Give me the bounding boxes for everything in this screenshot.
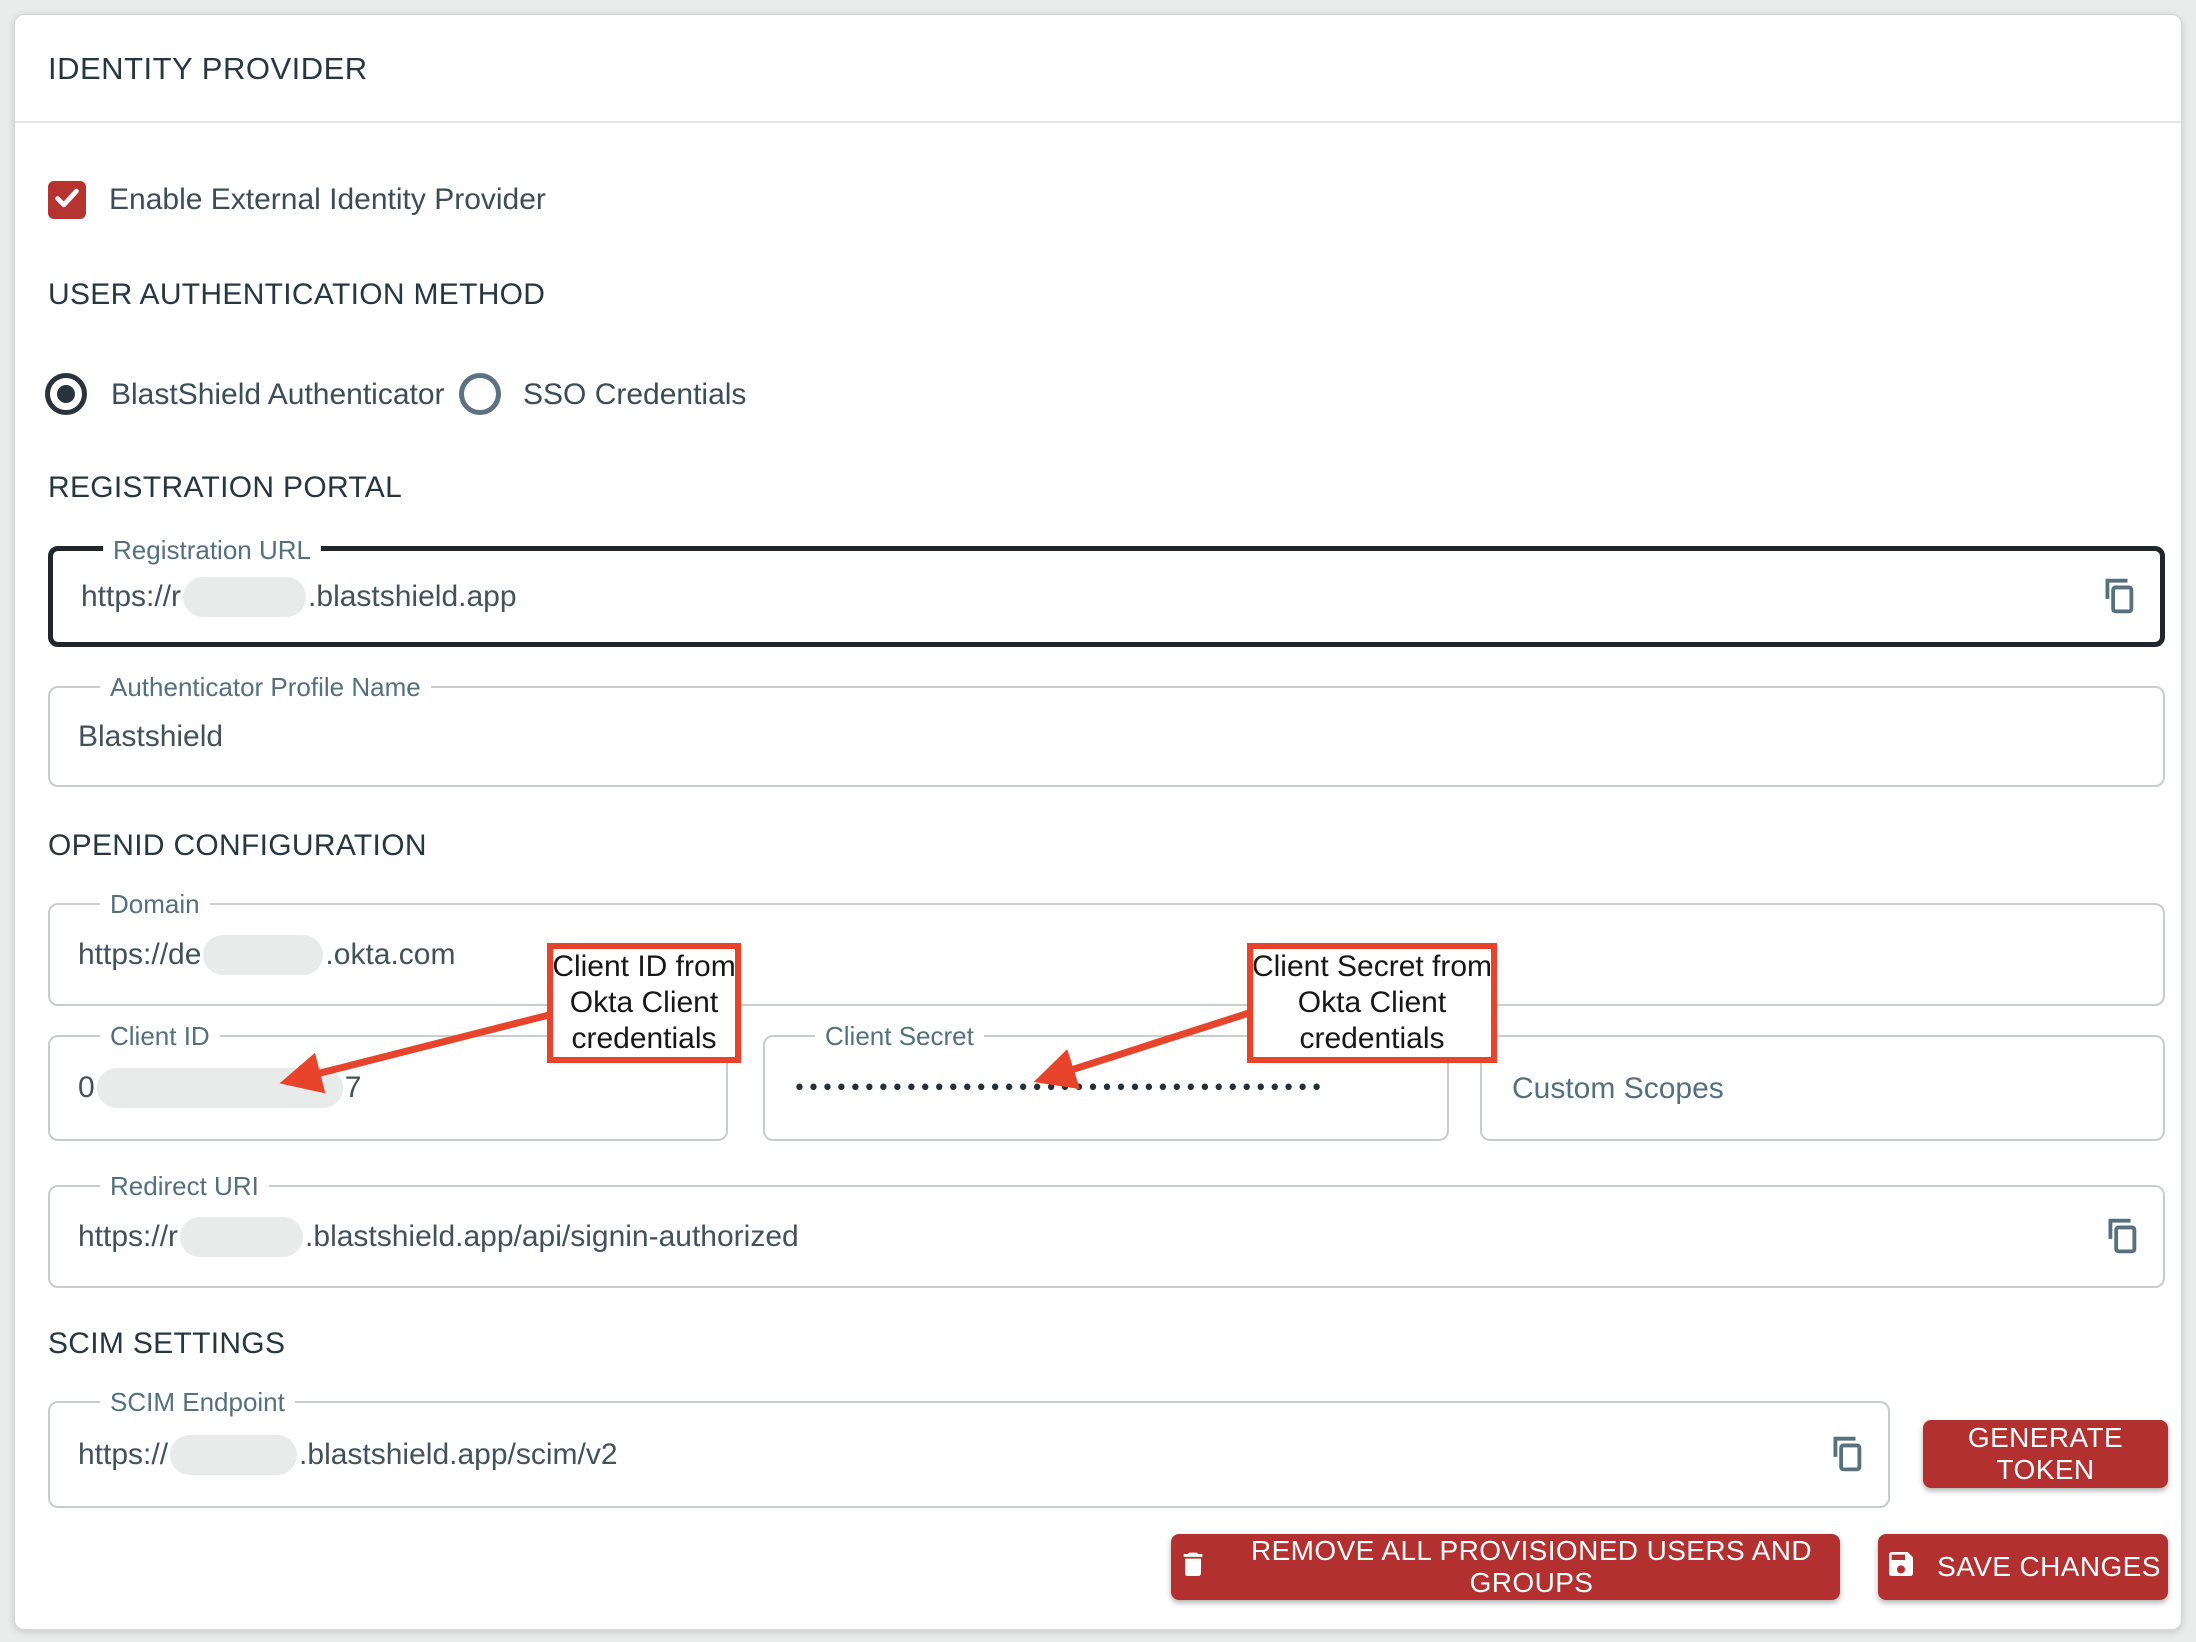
radio-blastshield-authenticator-label[interactable]: BlastShield Authenticator — [111, 375, 445, 415]
generate-token-button[interactable]: GENERATE TOKEN — [1923, 1420, 2168, 1488]
save-changes-label: SAVE CHANGES — [1937, 1551, 2161, 1583]
annotation-arrows — [15, 15, 2183, 1631]
openid-configuration-heading: OPENID CONFIGURATION — [48, 827, 427, 865]
header-divider — [15, 121, 2181, 123]
remove-provisioned-button[interactable]: REMOVE ALL PROVISIONED USERS AND GROUPS — [1171, 1534, 1840, 1600]
page-title: IDENTITY PROVIDER — [48, 49, 368, 89]
client-id-callout: Client ID from Okta Client credentials — [547, 943, 741, 1063]
redacted-text — [170, 1435, 297, 1475]
registration-portal-heading: REGISTRATION PORTAL — [48, 469, 402, 507]
generate-token-label: GENERATE TOKEN — [1929, 1422, 2162, 1486]
copy-icon[interactable] — [2094, 574, 2140, 620]
client-secret-callout: Client Secret from Okta Client credentia… — [1247, 943, 1497, 1063]
authenticator-profile-name-field[interactable]: Authenticator Profile Name Blastshield — [48, 686, 2165, 787]
custom-scopes-field[interactable] — [1480, 1035, 2165, 1141]
enable-idp-label: Enable External Identity Provider — [109, 179, 546, 221]
save-icon — [1885, 1548, 1917, 1587]
redacted-text — [97, 1068, 343, 1108]
identity-provider-card: IDENTITY PROVIDER Enable External Identi… — [14, 14, 2182, 1630]
scim-endpoint-field[interactable]: SCIM Endpoint https://.blastshield.app/s… — [48, 1401, 1890, 1508]
redacted-text — [183, 577, 306, 617]
remove-provisioned-label: REMOVE ALL PROVISIONED USERS AND GROUPS — [1229, 1535, 1834, 1599]
redacted-text — [180, 1217, 303, 1257]
authenticator-profile-name-value: Blastshield — [50, 688, 2163, 785]
checkmark-icon — [52, 183, 82, 218]
scim-endpoint-value: https://.blastshield.app/scim/v2 — [50, 1403, 1888, 1506]
redirect-uri-field[interactable]: Redirect URI https://r.blastshield.app/a… — [48, 1185, 2165, 1288]
domain-value: https://de.okta.com — [50, 905, 2163, 1004]
copy-icon[interactable] — [2097, 1214, 2143, 1260]
radio-sso-credentials-label[interactable]: SSO Credentials — [523, 375, 746, 415]
auth-method-heading: USER AUTHENTICATION METHOD — [48, 276, 545, 314]
registration-url-value: https://r.blastshield.app — [53, 551, 2160, 642]
radio-blastshield-authenticator[interactable] — [45, 373, 87, 415]
enable-idp-checkbox[interactable] — [48, 181, 86, 219]
radio-sso-credentials[interactable] — [459, 373, 501, 415]
redirect-uri-value: https://r.blastshield.app/api/signin-aut… — [50, 1187, 2163, 1286]
save-changes-button[interactable]: SAVE CHANGES — [1878, 1534, 2168, 1600]
domain-field[interactable]: Domain https://de.okta.com — [48, 903, 2165, 1006]
registration-url-field[interactable]: Registration URL https://r.blastshield.a… — [48, 546, 2165, 647]
copy-icon[interactable] — [1822, 1432, 1868, 1478]
custom-scopes-input[interactable] — [1510, 1037, 2139, 1141]
trash-icon — [1177, 1548, 1209, 1587]
redacted-text — [203, 935, 323, 975]
scim-settings-heading: SCIM SETTINGS — [48, 1325, 285, 1363]
